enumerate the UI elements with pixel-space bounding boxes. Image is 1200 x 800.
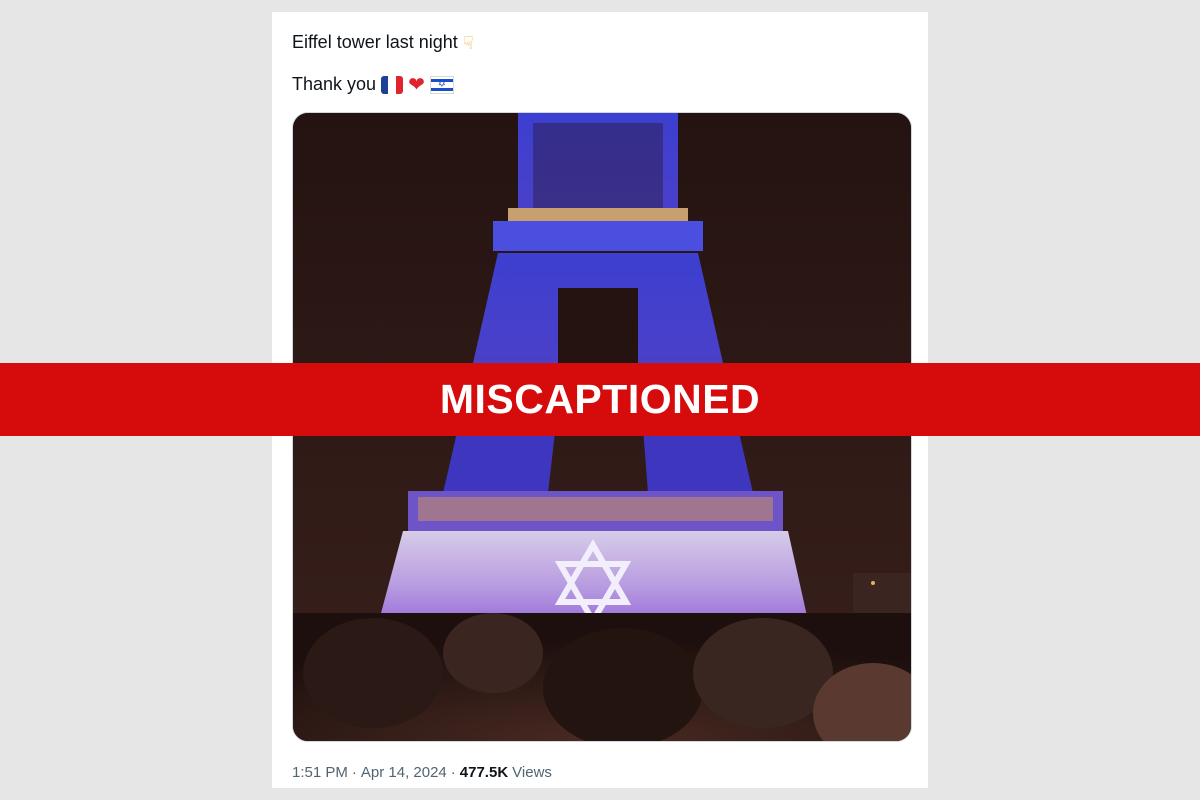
banner-label: MISCAPTIONED — [439, 376, 761, 422]
france-flag-icon — [381, 75, 404, 94]
meta-separator: · — [351, 764, 357, 781]
tweet-text-line-1: Eiffel tower last night ☟ — [292, 32, 474, 53]
pointing-down-emoji-icon: ☟ — [462, 32, 474, 53]
tweet-text-2: Thank you — [292, 74, 377, 94]
views-count: 477.5K — [459, 764, 509, 781]
tweet-time[interactable]: 1:51 PM — [292, 764, 348, 781]
tweet-text-1: Eiffel tower last night — [292, 32, 458, 52]
tweet-meta: 1:51 PM · Apr 14, 2024 · 477.5K Views — [292, 764, 552, 781]
tweet-date[interactable]: Apr 14, 2024 — [361, 764, 447, 781]
miscaptioned-banner: MISCAPTIONED — [0, 363, 1200, 436]
meta-separator: · — [450, 764, 456, 781]
views-label: Views — [512, 764, 552, 781]
israel-flag-icon: ✡ — [429, 75, 454, 94]
red-heart-icon: ❤ — [408, 73, 425, 96]
tweet-text-line-2: Thank you ❤ ✡ — [292, 74, 454, 95]
